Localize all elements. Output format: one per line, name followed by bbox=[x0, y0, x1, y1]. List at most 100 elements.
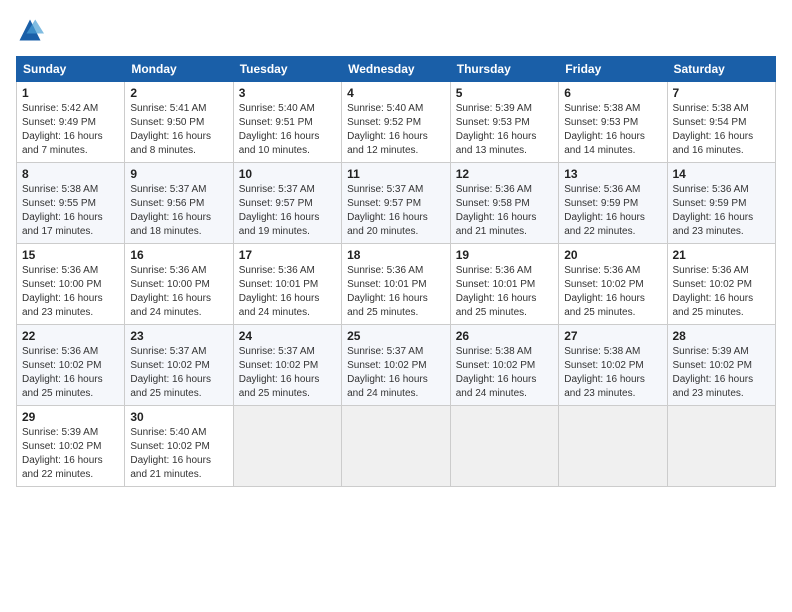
table-row bbox=[559, 406, 667, 487]
day-number: 21 bbox=[673, 248, 771, 262]
header-sunday: Sunday bbox=[17, 57, 125, 82]
day-info: Sunrise: 5:36 AM Sunset: 10:02 PM Daylig… bbox=[673, 264, 771, 320]
table-row: 29 Sunrise: 5:39 AM Sunset: 10:02 PM Day… bbox=[17, 406, 125, 487]
table-row: 24 Sunrise: 5:37 AM Sunset: 10:02 PM Day… bbox=[233, 325, 341, 406]
day-info: Sunrise: 5:36 AM Sunset: 10:01 PM Daylig… bbox=[456, 264, 553, 320]
day-number: 17 bbox=[239, 248, 336, 262]
day-number: 22 bbox=[22, 329, 119, 343]
day-number: 14 bbox=[673, 167, 771, 181]
day-number: 18 bbox=[347, 248, 445, 262]
day-number: 24 bbox=[239, 329, 336, 343]
table-row: 13 Sunrise: 5:36 AM Sunset: 9:59 PM Dayl… bbox=[559, 163, 667, 244]
day-number: 26 bbox=[456, 329, 553, 343]
table-row: 27 Sunrise: 5:38 AM Sunset: 10:02 PM Day… bbox=[559, 325, 667, 406]
day-info: Sunrise: 5:41 AM Sunset: 9:50 PM Dayligh… bbox=[130, 102, 227, 158]
table-row bbox=[667, 406, 776, 487]
table-row: 7 Sunrise: 5:38 AM Sunset: 9:54 PM Dayli… bbox=[667, 82, 776, 163]
day-number: 30 bbox=[130, 410, 227, 424]
day-number: 7 bbox=[673, 86, 771, 100]
table-row: 9 Sunrise: 5:37 AM Sunset: 9:56 PM Dayli… bbox=[125, 163, 233, 244]
day-info: Sunrise: 5:38 AM Sunset: 9:54 PM Dayligh… bbox=[673, 102, 771, 158]
day-info: Sunrise: 5:36 AM Sunset: 9:59 PM Dayligh… bbox=[564, 183, 661, 239]
day-info: Sunrise: 5:38 AM Sunset: 10:02 PM Daylig… bbox=[564, 345, 661, 401]
table-row bbox=[233, 406, 341, 487]
day-info: Sunrise: 5:40 AM Sunset: 10:02 PM Daylig… bbox=[130, 426, 227, 482]
weekday-header-row: Sunday Monday Tuesday Wednesday Thursday… bbox=[17, 57, 776, 82]
day-number: 8 bbox=[22, 167, 119, 181]
day-info: Sunrise: 5:37 AM Sunset: 9:57 PM Dayligh… bbox=[347, 183, 445, 239]
day-info: Sunrise: 5:39 AM Sunset: 9:53 PM Dayligh… bbox=[456, 102, 553, 158]
header bbox=[16, 16, 776, 44]
day-number: 9 bbox=[130, 167, 227, 181]
table-row: 21 Sunrise: 5:36 AM Sunset: 10:02 PM Day… bbox=[667, 244, 776, 325]
day-number: 1 bbox=[22, 86, 119, 100]
day-number: 28 bbox=[673, 329, 771, 343]
table-row: 30 Sunrise: 5:40 AM Sunset: 10:02 PM Day… bbox=[125, 406, 233, 487]
day-number: 13 bbox=[564, 167, 661, 181]
day-number: 12 bbox=[456, 167, 553, 181]
table-row: 25 Sunrise: 5:37 AM Sunset: 10:02 PM Day… bbox=[342, 325, 451, 406]
day-number: 15 bbox=[22, 248, 119, 262]
table-row: 1 Sunrise: 5:42 AM Sunset: 9:49 PM Dayli… bbox=[17, 82, 125, 163]
day-number: 2 bbox=[130, 86, 227, 100]
day-info: Sunrise: 5:38 AM Sunset: 9:53 PM Dayligh… bbox=[564, 102, 661, 158]
day-info: Sunrise: 5:36 AM Sunset: 10:00 PM Daylig… bbox=[22, 264, 119, 320]
table-row: 28 Sunrise: 5:39 AM Sunset: 10:02 PM Day… bbox=[667, 325, 776, 406]
header-thursday: Thursday bbox=[450, 57, 558, 82]
day-info: Sunrise: 5:39 AM Sunset: 10:02 PM Daylig… bbox=[673, 345, 771, 401]
table-row: 12 Sunrise: 5:36 AM Sunset: 9:58 PM Dayl… bbox=[450, 163, 558, 244]
day-number: 11 bbox=[347, 167, 445, 181]
day-info: Sunrise: 5:36 AM Sunset: 10:02 PM Daylig… bbox=[564, 264, 661, 320]
table-row bbox=[342, 406, 451, 487]
table-row: 10 Sunrise: 5:37 AM Sunset: 9:57 PM Dayl… bbox=[233, 163, 341, 244]
day-number: 5 bbox=[456, 86, 553, 100]
day-info: Sunrise: 5:37 AM Sunset: 9:57 PM Dayligh… bbox=[239, 183, 336, 239]
day-number: 10 bbox=[239, 167, 336, 181]
table-row bbox=[450, 406, 558, 487]
table-row: 23 Sunrise: 5:37 AM Sunset: 10:02 PM Day… bbox=[125, 325, 233, 406]
day-info: Sunrise: 5:37 AM Sunset: 10:02 PM Daylig… bbox=[130, 345, 227, 401]
calendar-table: Sunday Monday Tuesday Wednesday Thursday… bbox=[16, 56, 776, 487]
header-tuesday: Tuesday bbox=[233, 57, 341, 82]
day-number: 20 bbox=[564, 248, 661, 262]
day-number: 27 bbox=[564, 329, 661, 343]
table-row: 8 Sunrise: 5:38 AM Sunset: 9:55 PM Dayli… bbox=[17, 163, 125, 244]
table-row: 26 Sunrise: 5:38 AM Sunset: 10:02 PM Day… bbox=[450, 325, 558, 406]
day-number: 3 bbox=[239, 86, 336, 100]
day-info: Sunrise: 5:38 AM Sunset: 9:55 PM Dayligh… bbox=[22, 183, 119, 239]
day-info: Sunrise: 5:40 AM Sunset: 9:51 PM Dayligh… bbox=[239, 102, 336, 158]
table-row: 20 Sunrise: 5:36 AM Sunset: 10:02 PM Day… bbox=[559, 244, 667, 325]
table-row: 11 Sunrise: 5:37 AM Sunset: 9:57 PM Dayl… bbox=[342, 163, 451, 244]
day-info: Sunrise: 5:36 AM Sunset: 10:01 PM Daylig… bbox=[239, 264, 336, 320]
table-row: 22 Sunrise: 5:36 AM Sunset: 10:02 PM Day… bbox=[17, 325, 125, 406]
table-row: 3 Sunrise: 5:40 AM Sunset: 9:51 PM Dayli… bbox=[233, 82, 341, 163]
header-friday: Friday bbox=[559, 57, 667, 82]
header-monday: Monday bbox=[125, 57, 233, 82]
table-row: 6 Sunrise: 5:38 AM Sunset: 9:53 PM Dayli… bbox=[559, 82, 667, 163]
table-row: 19 Sunrise: 5:36 AM Sunset: 10:01 PM Day… bbox=[450, 244, 558, 325]
day-info: Sunrise: 5:36 AM Sunset: 10:01 PM Daylig… bbox=[347, 264, 445, 320]
day-info: Sunrise: 5:36 AM Sunset: 10:02 PM Daylig… bbox=[22, 345, 119, 401]
table-row: 17 Sunrise: 5:36 AM Sunset: 10:01 PM Day… bbox=[233, 244, 341, 325]
day-number: 4 bbox=[347, 86, 445, 100]
table-row: 14 Sunrise: 5:36 AM Sunset: 9:59 PM Dayl… bbox=[667, 163, 776, 244]
table-row: 18 Sunrise: 5:36 AM Sunset: 10:01 PM Day… bbox=[342, 244, 451, 325]
table-row: 15 Sunrise: 5:36 AM Sunset: 10:00 PM Day… bbox=[17, 244, 125, 325]
day-info: Sunrise: 5:40 AM Sunset: 9:52 PM Dayligh… bbox=[347, 102, 445, 158]
day-number: 16 bbox=[130, 248, 227, 262]
day-info: Sunrise: 5:36 AM Sunset: 9:58 PM Dayligh… bbox=[456, 183, 553, 239]
table-row: 2 Sunrise: 5:41 AM Sunset: 9:50 PM Dayli… bbox=[125, 82, 233, 163]
day-info: Sunrise: 5:37 AM Sunset: 10:02 PM Daylig… bbox=[347, 345, 445, 401]
header-wednesday: Wednesday bbox=[342, 57, 451, 82]
table-row: 16 Sunrise: 5:36 AM Sunset: 10:00 PM Day… bbox=[125, 244, 233, 325]
day-number: 29 bbox=[22, 410, 119, 424]
day-info: Sunrise: 5:37 AM Sunset: 9:56 PM Dayligh… bbox=[130, 183, 227, 239]
table-row: 5 Sunrise: 5:39 AM Sunset: 9:53 PM Dayli… bbox=[450, 82, 558, 163]
day-number: 23 bbox=[130, 329, 227, 343]
day-info: Sunrise: 5:38 AM Sunset: 10:02 PM Daylig… bbox=[456, 345, 553, 401]
day-number: 25 bbox=[347, 329, 445, 343]
logo bbox=[16, 16, 48, 44]
table-row: 4 Sunrise: 5:40 AM Sunset: 9:52 PM Dayli… bbox=[342, 82, 451, 163]
day-number: 6 bbox=[564, 86, 661, 100]
day-number: 19 bbox=[456, 248, 553, 262]
